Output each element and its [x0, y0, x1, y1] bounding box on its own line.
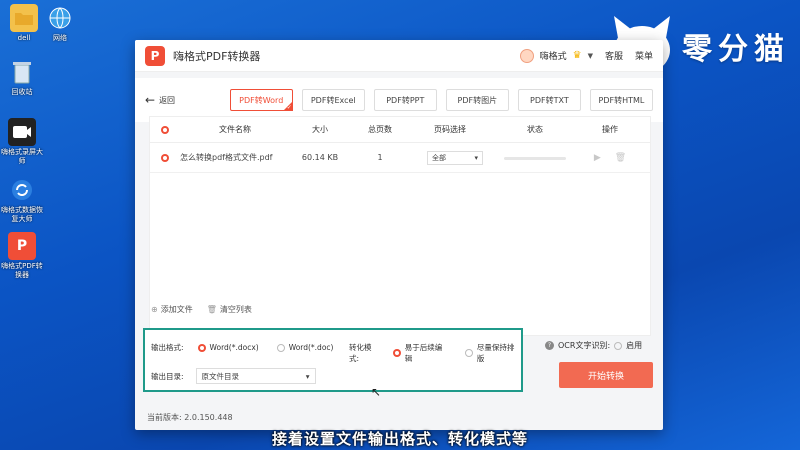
desktop-icon-data-recovery[interactable]: 嗨格式数据恢复大师 [0, 176, 44, 224]
tab-label: PDF转HTML [598, 95, 645, 105]
play-icon[interactable]: ▶ [594, 153, 601, 163]
tab-pdf-to-image[interactable]: PDF转图片 [445, 89, 509, 111]
output-settings-box: 输出格式: Word(*.docx) Word(*.doc) 转化模式: 易于后… [143, 328, 523, 392]
desktop-icon-label: 嗨格式PDF转换器 [1, 262, 43, 279]
trash-icon: 🗑 [206, 305, 217, 314]
ocr-enable-radio[interactable] [614, 341, 623, 350]
help-icon[interactable]: ? [545, 341, 554, 350]
menu-button[interactable]: 菜单 [635, 49, 653, 62]
page-range-select[interactable]: 全部 ▾ [427, 150, 483, 165]
table-header: 文件名称 大小 总页数 页码选择 状态 操作 [150, 117, 650, 143]
output-dir-row: 输出目录: 原文件目录 ▾ [151, 368, 316, 384]
conversion-progress-bar [504, 157, 566, 160]
header-operation: 操作 [602, 125, 618, 134]
clear-list-label: 清空列表 [219, 305, 252, 314]
add-file-button[interactable]: ⊕ 添加文件 [151, 304, 193, 315]
recycle-bin-icon [8, 58, 36, 86]
back-arrow-icon: ← [145, 93, 156, 107]
header-status: 状态 [527, 125, 543, 134]
desktop-icon-pdf-converter[interactable]: P 嗨格式PDF转换器 [0, 232, 44, 280]
add-file-label: 添加文件 [160, 305, 193, 314]
network-globe-icon [46, 4, 74, 32]
user-area: 嗨格式 ♛ ▼ 客服 菜单 [519, 48, 653, 63]
conversion-mode-row: 转化模式: 易于后续编辑 尽量保持排版 [349, 342, 521, 364]
video-subtitle: 接着设置文件输出格式、转化模式等 [271, 430, 528, 448]
header-size: 大小 [312, 125, 328, 134]
mode-editable-radio[interactable] [392, 349, 401, 357]
format-docx-radio[interactable] [197, 343, 206, 352]
chevron-down-icon[interactable]: ▼ [588, 52, 593, 60]
tab-label: PDF转Excel [310, 95, 356, 105]
support-button[interactable]: 客服 [605, 49, 623, 62]
file-size: 60.14 KB [301, 153, 339, 162]
folder-icon [10, 4, 38, 32]
desktop-icon-label: 网络 [53, 34, 67, 42]
start-convert-button[interactable]: 开始转换 [559, 362, 653, 388]
mode-layout-radio[interactable] [464, 349, 473, 357]
ocr-option: ? OCR文字识别: 启用 [545, 340, 642, 351]
title-bar: P 嗨格式PDF转换器 嗨格式 ♛ ▼ 客服 菜单 [135, 40, 663, 72]
trash-icon[interactable]: 🗑 [615, 153, 626, 163]
ocr-label: OCR文字识别: [558, 341, 611, 350]
desktop-icon-screen-recorder[interactable]: 嗨格式录屏大师 [0, 118, 44, 166]
tab-label: PDF转TXT [530, 95, 569, 105]
brand-text: 零分猫 [682, 32, 790, 67]
output-format-label: 输出格式: [151, 343, 184, 352]
format-doc-label[interactable]: Word(*.doc) [289, 343, 334, 352]
app-title: 嗨格式PDF转换器 [173, 49, 261, 63]
desktop-icon-label: 嗨格式录屏大师 [1, 148, 43, 165]
row-checkbox[interactable] [161, 153, 169, 162]
header-page-range: 页码选择 [434, 125, 466, 134]
ocr-enable-label[interactable]: 启用 [626, 340, 642, 351]
screen-recorder-icon [8, 118, 36, 146]
app-window: P 嗨格式PDF转换器 嗨格式 ♛ ▼ 客服 菜单 ← 返回 PDF转Word … [135, 40, 663, 430]
chevron-down-icon: ▾ [474, 153, 478, 162]
desktop-icon-network[interactable]: 网络 [38, 4, 82, 43]
mode-editable-label[interactable]: 易于后续编辑 [405, 342, 449, 364]
file-name: 怎么转换pdf格式文件.pdf [180, 153, 273, 162]
desktop-icon-label: 嗨格式数据恢复大师 [1, 206, 43, 223]
header-pages: 总页数 [368, 125, 392, 134]
file-list-panel: 文件名称 大小 总页数 页码选择 状态 操作 怎么转换pdf格式文件.pdf 6… [149, 116, 651, 336]
version-text: 当前版本: 2.0.150.448 [147, 413, 233, 422]
tab-pdf-to-excel[interactable]: PDF转Excel [301, 89, 365, 111]
output-dir-label: 输出目录: [151, 371, 184, 381]
tab-pdf-to-txt[interactable]: PDF转TXT [517, 89, 581, 111]
chevron-down-icon: ▾ [305, 371, 310, 381]
avatar[interactable] [519, 48, 534, 63]
output-dir-select[interactable]: 原文件目录 ▾ [195, 368, 316, 384]
tab-pdf-to-ppt[interactable]: PDF转PPT [373, 89, 437, 111]
tab-label: PDF转Word [239, 95, 284, 105]
app-logo-icon: P [145, 45, 165, 66]
tab-pdf-to-word[interactable]: PDF转Word ✓ [229, 89, 293, 111]
check-icon: ✓ [286, 104, 292, 111]
table-row: 怎么转换pdf格式文件.pdf 60.14 KB 1 全部 ▾ ▶ 🗑 [150, 143, 650, 173]
tab-label: PDF转PPT [386, 95, 425, 105]
data-recovery-icon [8, 176, 36, 204]
pdf-converter-logo-icon: P [8, 232, 36, 260]
output-dir-value: 原文件目录 [201, 371, 240, 381]
crown-icon: ♛ [572, 50, 582, 61]
page-range-value: 全部 [432, 153, 446, 162]
mouse-cursor-icon: ↖ [371, 385, 382, 399]
mode-layout-label[interactable]: 尽量保持排版 [477, 342, 521, 364]
clear-list-button[interactable]: 🗑 清空列表 [207, 304, 252, 315]
back-label: 返回 [159, 95, 176, 105]
plus-circle-icon: ⊕ [151, 305, 158, 314]
tab-pdf-to-html[interactable]: PDF转HTML [589, 89, 653, 111]
user-name[interactable]: 嗨格式 [540, 49, 567, 62]
format-doc-radio[interactable] [276, 343, 285, 352]
back-button[interactable]: ← 返回 [145, 93, 230, 107]
select-all-checkbox[interactable] [161, 125, 169, 134]
tab-label: PDF转图片 [457, 95, 498, 105]
format-docx-label[interactable]: Word(*.docx) [210, 343, 259, 352]
list-actions: ⊕ 添加文件 🗑 清空列表 [151, 304, 252, 315]
conversion-mode-label: 转化模式: [349, 343, 372, 363]
output-format-row: 输出格式: Word(*.docx) Word(*.doc) [151, 342, 333, 353]
file-pages: 1 [377, 153, 383, 162]
desktop-icon-recycle-bin[interactable]: 回收站 [0, 58, 44, 97]
desktop-icon-label: 回收站 [11, 88, 33, 96]
header-file-name: 文件名称 [219, 125, 251, 134]
